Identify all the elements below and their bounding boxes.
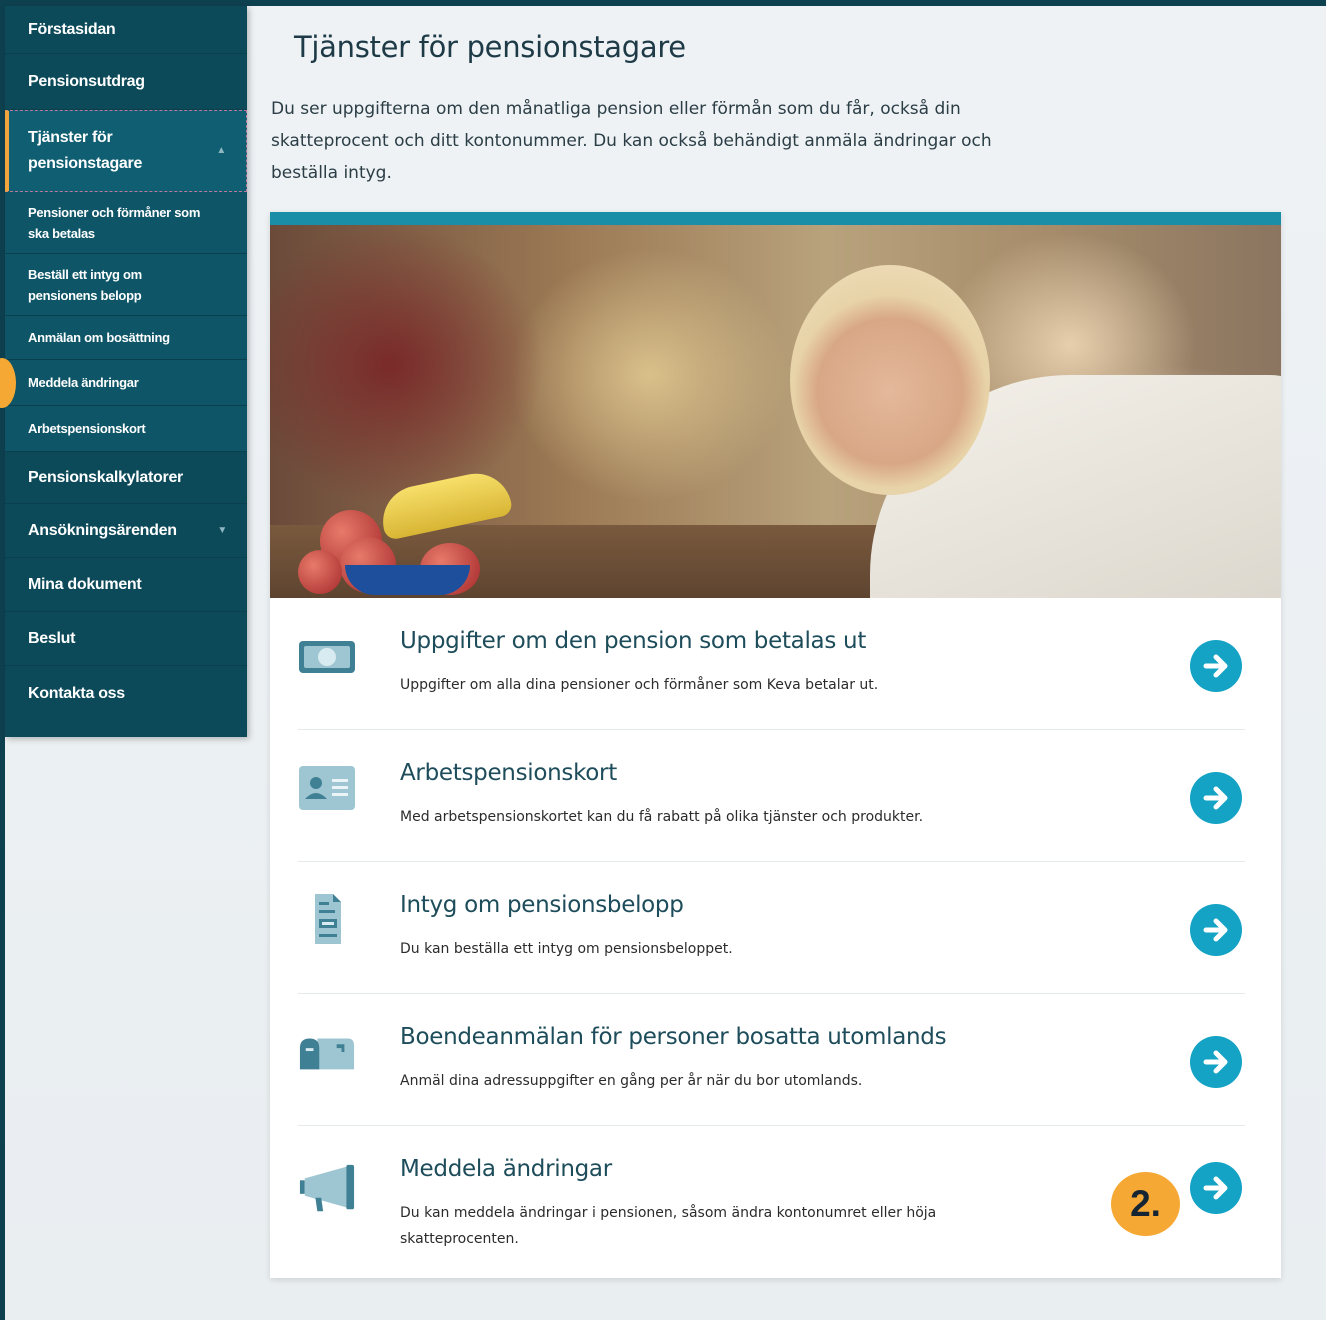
sidebar-subitem-anmalan-om-bosattning[interactable]: Anmälan om bosättning — [5, 316, 247, 360]
sidebar-item-ansokningsarenden[interactable]: Ansökningsärenden ▼ — [5, 504, 247, 558]
chevron-down-icon: ▼ — [217, 525, 227, 536]
sidebar-item-label: Anmälan om bosättning — [28, 330, 170, 345]
sidebar-item-mina-dokument[interactable]: Mina dokument — [5, 558, 247, 612]
sidebar-subitem-arbetspensionskort[interactable]: Arbetspensionskort — [5, 406, 247, 452]
service-description: Du kan meddela ändringar i pensionen, så… — [400, 1205, 937, 1247]
go-button[interactable] — [1190, 904, 1242, 956]
sidebar-item-label: Pensionsutdrag — [28, 72, 145, 90]
step-badge: 2. — [1111, 1172, 1180, 1236]
sidebar-item-label-line: pensionens belopp — [28, 287, 142, 303]
go-button[interactable] — [1190, 772, 1242, 824]
hero-person-head — [790, 265, 990, 495]
sidebar-item-label: Mina dokument — [28, 575, 142, 593]
arrow-right-icon — [1203, 1050, 1228, 1074]
service-title[interactable]: Boendeanmälan för personer bosatta utoml… — [400, 1024, 947, 1050]
service-title[interactable]: Uppgifter om den pension som betalas ut — [400, 628, 866, 654]
arrow-right-icon — [1203, 1176, 1228, 1200]
sidebar-item-kontakta-oss[interactable]: Kontakta oss — [5, 666, 247, 722]
service-item-pension-payout: Uppgifter om den pension som betalas ut … — [270, 598, 1281, 730]
service-description: Du kan beställa ett intyg om pensionsbel… — [400, 941, 733, 957]
sidebar-item-label-line: pensionstagare — [28, 155, 143, 172]
service-item-intyg: Intyg om pensionsbelopp Du kan beställa … — [270, 862, 1281, 994]
sidebar-item-label: Arbetspensionskort — [28, 421, 146, 436]
go-button[interactable] — [1190, 640, 1242, 692]
sidebar-item-tjanster-for-pensionstagare[interactable]: Tjänster för pensionstagare ▲ — [5, 110, 247, 192]
hero-apple — [298, 550, 342, 594]
sidebar-item-label: Kontakta oss — [28, 685, 125, 702]
hero-bowl — [345, 565, 470, 595]
service-title[interactable]: Meddela ändringar — [400, 1156, 612, 1182]
go-button[interactable] — [1190, 1162, 1242, 1214]
arrow-right-icon — [1203, 918, 1228, 942]
service-item-boendeanmalan: Boendeanmälan för personer bosatta utoml… — [270, 994, 1281, 1126]
sidebar-subitem-meddela-andringar[interactable]: Meddela ändringar — [5, 360, 247, 406]
sidebar-item-forstasidan[interactable]: Förstasidan — [5, 6, 247, 54]
service-description: Med arbetspensionskortet kan du få rabat… — [400, 809, 924, 825]
sidebar-item-pensionskalkylatorer[interactable]: Pensionskalkylatorer — [5, 452, 247, 504]
sidebar-item-label: Beställ ett intyg om pensionens belopp — [28, 264, 142, 306]
page-title: Tjänster för pensionstagare — [294, 30, 686, 64]
sidebar-item-label-line: ska betalas — [28, 225, 95, 241]
sidebar-item-label-line: Pensioner och förmåner som — [28, 204, 201, 220]
arrow-right-icon — [1203, 654, 1228, 678]
sidebar-subitem-bestall-intyg[interactable]: Beställ ett intyg om pensionens belopp — [5, 254, 247, 316]
sidebar-subitem-pensioner-och-formaner[interactable]: Pensioner och förmåner som ska betalas — [5, 192, 247, 254]
mailbox-icon — [298, 1032, 356, 1072]
sidebar-item-label: Pensioner och förmåner som ska betalas — [28, 202, 200, 244]
sidebar-item-beslut[interactable]: Beslut — [5, 612, 247, 666]
page-intro: Du ser uppgifterna om den månatliga pens… — [271, 99, 992, 183]
banknote-icon — [298, 636, 356, 676]
sidebar-nav: Förstasidan Pensionsutdrag Tjänster för … — [5, 6, 247, 737]
document-icon — [298, 892, 356, 946]
id-card-icon — [298, 766, 356, 810]
go-button[interactable] — [1190, 1036, 1242, 1088]
service-item-arbetspensionskort: Arbetspensionskort Med arbetspensionskor… — [270, 730, 1281, 862]
services-card: Uppgifter om den pension som betalas ut … — [270, 212, 1281, 1278]
sidebar-item-label: Tjänster för pensionstagare — [28, 125, 142, 177]
sidebar-item-label-line: Beställ ett intyg om — [28, 266, 142, 282]
sidebar-item-label: Beslut — [28, 629, 76, 647]
hero-image — [270, 225, 1281, 598]
megaphone-icon — [298, 1162, 356, 1216]
sidebar-item-label: Pensionskalkylatorer — [28, 468, 183, 486]
service-description: Uppgifter om alla dina pensioner och för… — [400, 677, 879, 693]
chevron-up-icon: ▲ — [216, 145, 226, 156]
sidebar-item-label: Förstasidan — [28, 20, 116, 38]
service-description: Anmäl dina adressuppgifter en gång per å… — [400, 1073, 863, 1089]
sidebar-item-label-line: Tjänster för — [28, 129, 113, 146]
service-title[interactable]: Intyg om pensionsbelopp — [400, 892, 684, 918]
sidebar-item-label: Ansökningsärenden — [28, 521, 177, 539]
card-accent-bar — [270, 212, 1281, 225]
service-title[interactable]: Arbetspensionskort — [400, 760, 617, 786]
arrow-right-icon — [1203, 786, 1228, 810]
sidebar-item-label: Meddela ändringar — [28, 375, 139, 390]
sidebar-item-pensionsutdrag[interactable]: Pensionsutdrag — [5, 54, 247, 110]
